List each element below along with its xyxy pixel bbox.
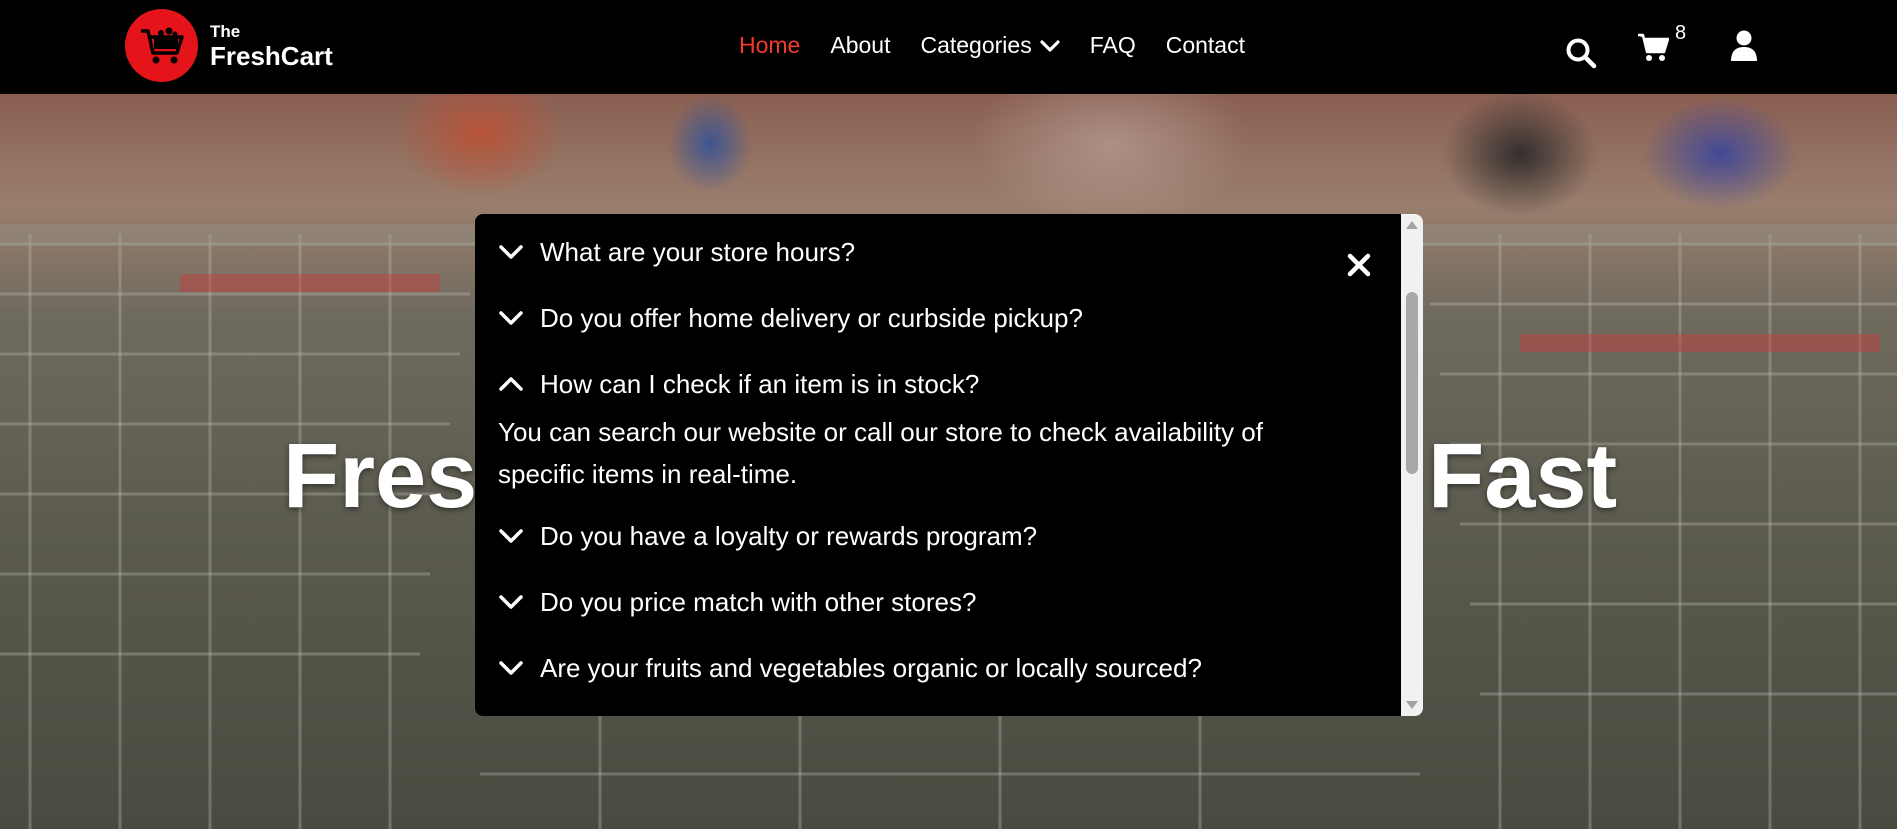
hero-headline-left: Fres <box>283 425 478 527</box>
faq-item: Do you price match with other stores? <box>498 569 1398 635</box>
faq-answer-text: You can search our website or call our s… <box>498 417 1263 489</box>
chevron-down-icon <box>1040 32 1060 59</box>
chevron-down-icon <box>498 587 524 618</box>
brand-logo[interactable]: The FreshCart <box>125 9 333 82</box>
faq-item: What are your store hours? <box>498 219 1398 285</box>
nav-categories-label: Categories <box>920 32 1032 58</box>
chevron-down-icon <box>498 303 524 334</box>
nav-home[interactable]: Home <box>739 32 800 59</box>
faq-item-expanded: How can I check if an item is in stock? … <box>498 351 1398 495</box>
faq-question-toggle[interactable]: Are your fruits and vegetables organic o… <box>498 635 1398 701</box>
hero-headline-right: Fast <box>1428 425 1618 527</box>
nav-faq[interactable]: FAQ <box>1090 32 1136 59</box>
faq-question-text: Do you offer home delivery or curbside p… <box>540 302 1083 333</box>
faq-item: Are your fruits and vegetables organic o… <box>498 635 1398 701</box>
search-icon[interactable] <box>1565 37 1597 74</box>
nav-categories[interactable]: Categories <box>920 32 1060 59</box>
faq-question-toggle[interactable]: Do you offer home delivery or curbside p… <box>498 285 1398 351</box>
chevron-down-icon <box>498 521 524 552</box>
shopping-cart-logo-icon <box>125 9 198 82</box>
nav-contact[interactable]: Contact <box>1166 32 1245 59</box>
faq-question-toggle[interactable]: What are your store hours? <box>498 219 1398 285</box>
cart-count-badge: 8 <box>1675 22 1687 44</box>
faq-item: Do you offer home delivery or curbside p… <box>498 285 1398 351</box>
faq-question-text: Do you have a loyalty or rewards program… <box>540 520 1038 551</box>
chevron-down-icon <box>498 653 524 684</box>
faq-item: Do you have a loyalty or rewards program… <box>498 503 1398 569</box>
brand-name-small: The <box>210 21 241 41</box>
faq-question-text: What are your store hours? <box>540 236 856 267</box>
faq-scrollbar[interactable] <box>1401 214 1423 716</box>
chevron-up-icon <box>498 369 524 400</box>
main-nav: Home About Categories FAQ Contact <box>739 32 1275 59</box>
user-icon[interactable] <box>1730 30 1758 67</box>
scroll-up-arrow-icon[interactable] <box>1406 221 1418 229</box>
close-icon[interactable] <box>1346 252 1372 283</box>
faq-modal: What are your store hours? Do you offer … <box>475 214 1423 716</box>
nav-about[interactable]: About <box>830 32 890 59</box>
chevron-down-icon <box>498 237 524 268</box>
scrollbar-thumb[interactable] <box>1406 292 1418 474</box>
faq-question-toggle[interactable]: Do you have a loyalty or rewards program… <box>498 503 1398 569</box>
top-navbar: The FreshCart Home About Categories FAQ … <box>0 0 1897 94</box>
faq-question-text: How can I check if an item is in stock? <box>540 368 980 399</box>
cart-icon[interactable] <box>1637 32 1670 67</box>
faq-question-toggle[interactable]: How can I check if an item is in stock? <box>498 351 1398 417</box>
brand-name: FreshCart <box>210 40 333 71</box>
faq-question-text: Do you price match with other stores? <box>540 586 977 617</box>
faq-list: What are your store hours? Do you offer … <box>498 219 1398 701</box>
faq-question-text: Are your fruits and vegetables organic o… <box>540 652 1202 683</box>
faq-question-toggle[interactable]: Do you price match with other stores? <box>498 569 1398 635</box>
scroll-down-arrow-icon[interactable] <box>1406 701 1418 709</box>
